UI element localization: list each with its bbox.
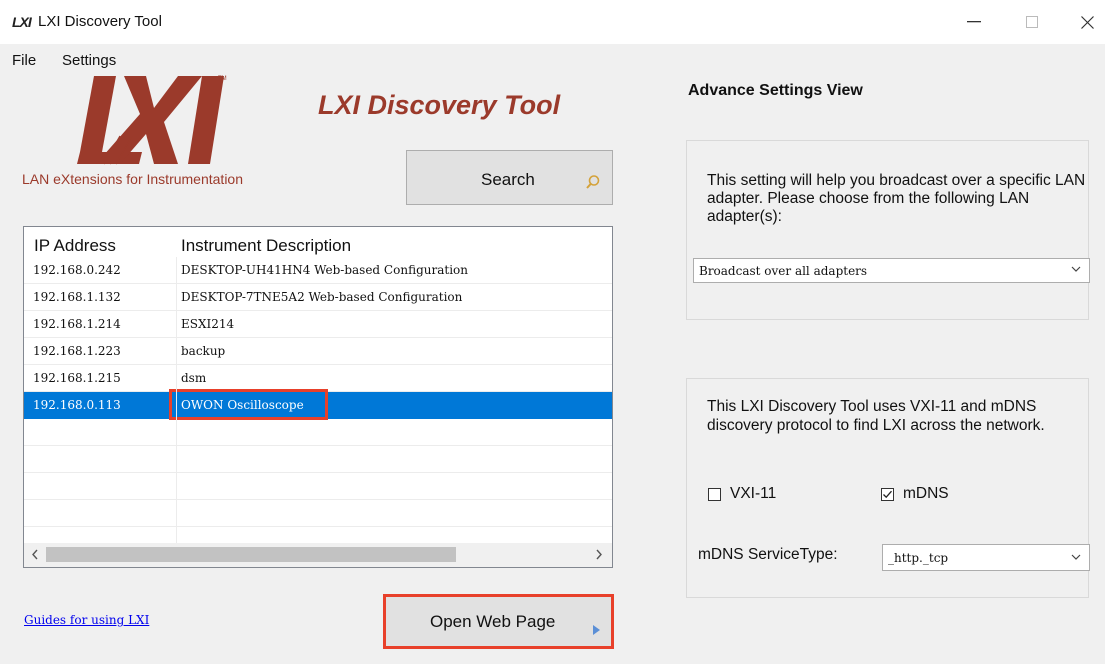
- search-button-label: Search: [481, 170, 535, 189]
- chevron-down-icon: [1071, 266, 1081, 272]
- maximize-icon: [1026, 16, 1038, 28]
- ip-cell: 192.168.0.113: [33, 398, 121, 412]
- scrollbar-thumb[interactable]: [46, 547, 456, 562]
- menu-file[interactable]: File: [12, 52, 36, 69]
- column-header-ip[interactable]: IP Address: [34, 236, 116, 256]
- ip-cell: 192.168.1.132: [33, 290, 121, 304]
- lxi-logo: TM: [77, 76, 227, 165]
- search-icon: [586, 175, 600, 189]
- adapter-dropdown-value: Broadcast over all adapters: [699, 264, 868, 278]
- mdns-checkbox[interactable]: [881, 488, 894, 501]
- description-cell: dsm: [181, 371, 207, 385]
- minimize-button[interactable]: [952, 6, 996, 38]
- menu-bar: File Settings: [0, 44, 680, 69]
- service-type-label: mDNS ServiceType:: [698, 546, 838, 563]
- open-web-page-button[interactable]: Open Web Page: [383, 594, 614, 649]
- adapter-description: This setting will help you broadcast ove…: [707, 172, 1086, 225]
- list-item[interactable]: 192.168.1.214 ESXI214: [24, 311, 612, 338]
- vxi11-checkbox[interactable]: [708, 488, 721, 501]
- ip-cell: 192.168.1.214: [33, 317, 121, 331]
- column-divider: [176, 257, 177, 543]
- empty-row: [24, 473, 612, 500]
- service-type-dropdown[interactable]: _http._tcp: [882, 544, 1090, 571]
- service-type-value: _http._tcp: [888, 551, 949, 565]
- logo-tagline: LAN eXtensions for Instrumentation: [22, 171, 244, 187]
- close-button[interactable]: [1065, 6, 1105, 38]
- empty-row: [24, 446, 612, 473]
- guides-link[interactable]: Guides for using LXI: [24, 613, 149, 627]
- checkmark-icon: [883, 490, 892, 499]
- chevron-down-icon: [1071, 554, 1081, 560]
- list-item[interactable]: 192.168.1.132 DESKTOP-7TNE5A2 Web-based …: [24, 284, 612, 311]
- mdns-label[interactable]: mDNS: [903, 485, 949, 503]
- maximize-button[interactable]: [1010, 6, 1054, 38]
- list-item[interactable]: 192.168.1.223 backup: [24, 338, 612, 365]
- list-item[interactable]: 192.168.1.215 dsm: [24, 365, 612, 392]
- scroll-right-icon[interactable]: [594, 547, 604, 562]
- ip-cell: 192.168.0.242: [33, 263, 121, 277]
- protocol-description: This LXI Discovery Tool uses VXI-11 and …: [707, 398, 1045, 434]
- protocol-group: This LXI Discovery Tool uses VXI-11 and …: [686, 378, 1090, 598]
- column-header-description[interactable]: Instrument Description: [181, 236, 351, 256]
- instrument-list[interactable]: IP Address Instrument Description 192.16…: [23, 226, 613, 568]
- list-item[interactable]: 192.168.0.242 DESKTOP-UH41HN4 Web-based …: [24, 257, 612, 284]
- horizontal-scrollbar[interactable]: [24, 543, 612, 567]
- vxi11-label[interactable]: VXI-11: [730, 485, 776, 503]
- highlight-box: [169, 389, 328, 420]
- list-item-selected[interactable]: 192.168.0.113 OWON Oscilloscope: [24, 389, 612, 420]
- description-cell: ESXI214: [181, 317, 235, 331]
- adapter-group: This setting will help you broadcast ove…: [686, 140, 1090, 320]
- adapter-dropdown[interactable]: Broadcast over all adapters: [693, 258, 1090, 283]
- search-button[interactable]: Search: [406, 150, 613, 205]
- advance-settings-title: Advance Settings View: [688, 82, 863, 99]
- scroll-left-icon[interactable]: [30, 547, 40, 562]
- empty-row: [24, 500, 612, 527]
- title-bar: LXI LXI Discovery Tool: [0, 0, 1105, 44]
- description-cell: DESKTOP-UH41HN4 Web-based Configuration: [181, 263, 468, 277]
- open-web-page-label: Open Web Page: [430, 612, 556, 631]
- svg-text:TM: TM: [218, 76, 227, 82]
- play-arrow-icon: [593, 625, 600, 635]
- minimize-icon: [967, 21, 981, 23]
- app-heading: LXI Discovery Tool: [318, 90, 561, 120]
- menu-settings[interactable]: Settings: [62, 52, 116, 69]
- close-icon: [1080, 15, 1094, 29]
- empty-row: [24, 419, 612, 446]
- window-title: LXI Discovery Tool: [38, 13, 162, 30]
- description-cell: backup: [181, 344, 226, 358]
- description-cell: DESKTOP-7TNE5A2 Web-based Configuration: [181, 290, 463, 304]
- ip-cell: 192.168.1.223: [33, 344, 121, 358]
- ip-cell: 192.168.1.215: [33, 371, 121, 385]
- app-icon: LXI: [12, 14, 32, 30]
